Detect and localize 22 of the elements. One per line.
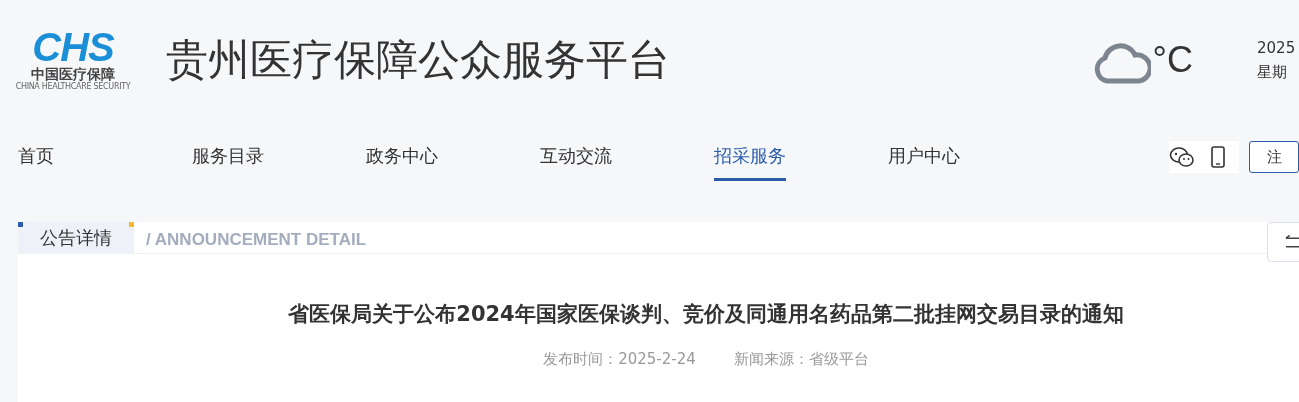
nav-tab[interactable]: 政务中心 — [366, 133, 540, 181]
nav-tab[interactable]: 服务目录 — [192, 133, 366, 181]
chat-icon[interactable] — [1169, 146, 1195, 168]
phone-icon[interactable] — [1211, 146, 1225, 168]
arrow-icon — [1285, 234, 1299, 248]
back-button[interactable] — [1267, 222, 1299, 262]
nav-tab[interactable]: 用户中心 — [888, 133, 1062, 181]
section-subtitle: / ANNOUNCEMENT DETAIL — [146, 230, 367, 251]
logo-mark: CHS — [32, 28, 114, 66]
temperature: °C — [1152, 39, 1193, 81]
article-title: 省医保局关于公布2024年国家医保谈判、竞价及同通用名药品第二批挂网交易目录的通知 — [287, 301, 1125, 328]
news-source: 新闻来源：省级平台 — [733, 350, 869, 369]
nav-tab[interactable]: 首页 — [18, 133, 192, 181]
logo-subtitle: CHINA HEALTHCARE SECURITY — [15, 82, 131, 92]
date-text: 2025 — [1257, 38, 1297, 57]
nav-tab[interactable]: 互动交流 — [540, 133, 714, 181]
site-title: 贵州医疗保障公众服务平台 — [166, 34, 670, 86]
publish-date: 发布时间：2025-2-24 — [543, 350, 696, 369]
logo-name: 中国医疗保障 — [31, 66, 115, 82]
register-button[interactable]: 注 — [1249, 141, 1299, 173]
nav-tab[interactable]: 招采服务 — [714, 133, 888, 181]
weekday-text: 星期 — [1257, 62, 1288, 82]
